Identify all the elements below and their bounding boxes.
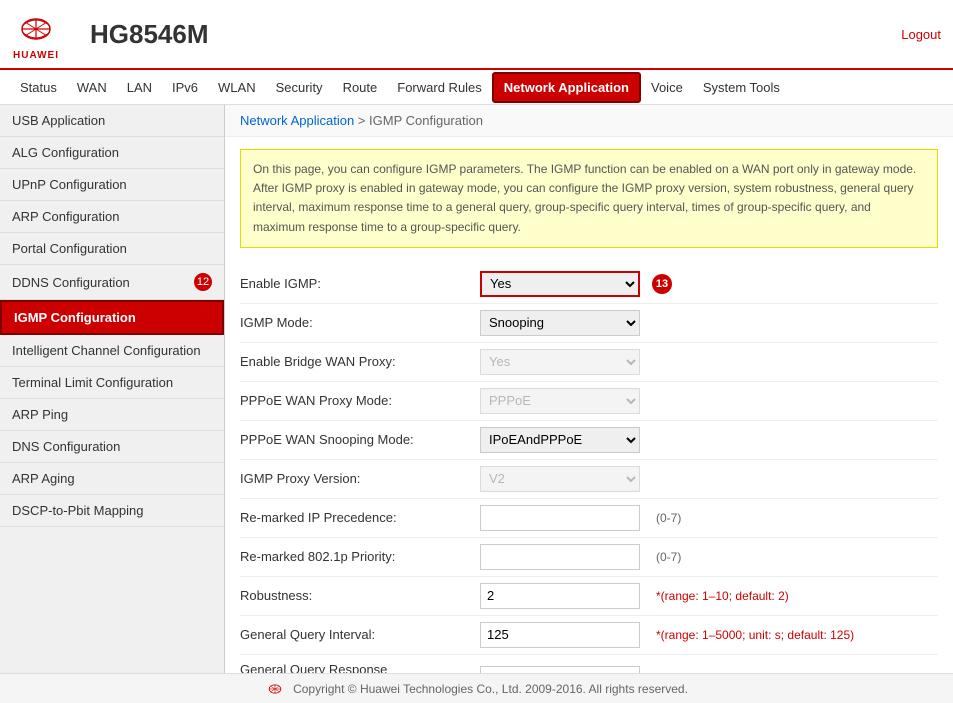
control-8021p-priority: (0-7)	[480, 544, 681, 570]
select-igmp-mode[interactable]: Snooping Proxy	[480, 310, 640, 336]
sidebar-item-dscp-pbit[interactable]: DSCP-to-Pbit Mapping	[0, 495, 224, 527]
nav-forward-rules[interactable]: Forward Rules	[387, 74, 492, 101]
nav-lan[interactable]: LAN	[117, 74, 162, 101]
label-bridge-wan-proxy: Enable Bridge WAN Proxy:	[240, 354, 480, 369]
hint-general-query-response: *(range: 1–255; unit: 0.1s; default: 100…	[656, 672, 864, 673]
sidebar-item-arp-configuration[interactable]: ARP Configuration	[0, 201, 224, 233]
sidebar-item-intelligent-channel[interactable]: Intelligent Channel Configuration	[0, 335, 224, 367]
form-row-robustness: Robustness: *(range: 1–10; default: 2)	[240, 577, 938, 616]
control-ip-precedence: (0-7)	[480, 505, 681, 531]
model-title: HG8546M	[80, 19, 901, 50]
sidebar-item-arp-aging[interactable]: ARP Aging	[0, 463, 224, 495]
form-row-pppoe-wan-proxy: PPPoE WAN Proxy Mode: PPPoE IPoE	[240, 382, 938, 421]
control-igmp-proxy-version: V2 V3	[480, 466, 640, 492]
sidebar-item-upnp-configuration[interactable]: UPnP Configuration	[0, 169, 224, 201]
input-ip-precedence[interactable]	[480, 505, 640, 531]
sidebar-item-ddns-configuration[interactable]: DDNS Configuration 12	[0, 265, 224, 300]
footer-text: Copyright © Huawei Technologies Co., Ltd…	[293, 682, 688, 696]
breadcrumb-current: IGMP Configuration	[369, 113, 483, 128]
footer-logo-icon	[265, 680, 285, 698]
label-robustness: Robustness:	[240, 588, 480, 603]
ddns-badge: 12	[194, 273, 212, 291]
select-igmp-proxy-version[interactable]: V2 V3	[480, 466, 640, 492]
input-robustness[interactable]	[480, 583, 640, 609]
form-row-igmp-mode: IGMP Mode: Snooping Proxy	[240, 304, 938, 343]
nav-security[interactable]: Security	[266, 74, 333, 101]
form-area: Enable IGMP: Yes No 13 IGMP Mode: Snoopi…	[225, 260, 953, 673]
label-pppoe-wan-proxy: PPPoE WAN Proxy Mode:	[240, 393, 480, 408]
sidebar-item-arp-ping[interactable]: ARP Ping	[0, 399, 224, 431]
label-general-query-interval: General Query Interval:	[240, 627, 480, 642]
sidebar-item-terminal-limit[interactable]: Terminal Limit Configuration	[0, 367, 224, 399]
form-row-8021p-priority: Re-marked 802.1p Priority: (0-7)	[240, 538, 938, 577]
form-row-pppoe-snooping: PPPoE WAN Snooping Mode: IPoEAndPPPoE PP…	[240, 421, 938, 460]
label-igmp-proxy-version: IGMP Proxy Version:	[240, 471, 480, 486]
control-general-query-interval: *(range: 1–5000; unit: s; default: 125)	[480, 622, 854, 648]
info-text: On this page, you can configure IGMP par…	[253, 162, 916, 234]
input-general-query-interval[interactable]	[480, 622, 640, 648]
hint-ip-precedence: (0-7)	[656, 511, 681, 525]
logout-button[interactable]: Logout	[901, 27, 941, 42]
sidebar-item-dns-configuration[interactable]: DNS Configuration	[0, 431, 224, 463]
nav-ipv6[interactable]: IPv6	[162, 74, 208, 101]
control-robustness: *(range: 1–10; default: 2)	[480, 583, 789, 609]
input-general-query-response[interactable]	[480, 666, 640, 673]
nav-system-tools[interactable]: System Tools	[693, 74, 790, 101]
label-8021p-priority: Re-marked 802.1p Priority:	[240, 549, 480, 564]
breadcrumb: Network Application > IGMP Configuration	[225, 105, 953, 137]
sidebar: USB Application ALG Configuration UPnP C…	[0, 105, 225, 673]
annotation-13: 13	[652, 274, 672, 294]
control-general-query-response: *(range: 1–255; unit: 0.1s; default: 100…	[480, 666, 864, 673]
label-general-query-response: General Query ResponseTimeout Period:	[240, 661, 480, 673]
breadcrumb-parent[interactable]: Network Application	[240, 113, 354, 128]
logo-area: HUAWEI	[12, 8, 60, 61]
form-row-ip-precedence: Re-marked IP Precedence: (0-7)	[240, 499, 938, 538]
select-enable-igmp[interactable]: Yes No	[480, 271, 640, 297]
nav-network-application[interactable]: Network Application	[492, 72, 641, 103]
hint-robustness: *(range: 1–10; default: 2)	[656, 589, 789, 603]
nav-wlan[interactable]: WLAN	[208, 74, 266, 101]
nav-route[interactable]: Route	[333, 74, 388, 101]
sidebar-item-portal-configuration[interactable]: Portal Configuration	[0, 233, 224, 265]
input-8021p-priority[interactable]	[480, 544, 640, 570]
hint-general-query-interval: *(range: 1–5000; unit: s; default: 125)	[656, 628, 854, 642]
select-pppoe-snooping[interactable]: IPoEAndPPPoE PPPoE IPoE	[480, 427, 640, 453]
form-row-general-query-response: General Query ResponseTimeout Period: *(…	[240, 655, 938, 673]
control-bridge-wan-proxy: Yes No	[480, 349, 640, 375]
brand-label: HUAWEI	[13, 50, 59, 61]
control-igmp-mode: Snooping Proxy	[480, 310, 640, 336]
info-box: On this page, you can configure IGMP par…	[240, 149, 938, 248]
content-area: Network Application > IGMP Configuration…	[225, 105, 953, 673]
control-enable-igmp: Yes No 13	[480, 271, 672, 297]
nav-bar: Status WAN LAN IPv6 WLAN Security Route …	[0, 70, 953, 105]
select-bridge-wan-proxy[interactable]: Yes No	[480, 349, 640, 375]
form-row-enable-igmp: Enable IGMP: Yes No 13	[240, 265, 938, 304]
nav-voice[interactable]: Voice	[641, 74, 693, 101]
select-pppoe-wan-proxy[interactable]: PPPoE IPoE	[480, 388, 640, 414]
hint-8021p-priority: (0-7)	[656, 550, 681, 564]
nav-wan[interactable]: WAN	[67, 74, 117, 101]
sidebar-item-usb-application[interactable]: USB Application	[0, 105, 224, 137]
huawei-logo-icon	[12, 8, 60, 50]
form-row-igmp-proxy-version: IGMP Proxy Version: V2 V3	[240, 460, 938, 499]
nav-status[interactable]: Status	[10, 74, 67, 101]
label-enable-igmp: Enable IGMP:	[240, 276, 480, 291]
sidebar-item-alg-configuration[interactable]: ALG Configuration	[0, 137, 224, 169]
sidebar-item-igmp-configuration[interactable]: IGMP Configuration	[0, 300, 224, 335]
form-row-general-query-interval: General Query Interval: *(range: 1–5000;…	[240, 616, 938, 655]
footer: Copyright © Huawei Technologies Co., Ltd…	[0, 673, 953, 703]
control-pppoe-snooping: IPoEAndPPPoE PPPoE IPoE	[480, 427, 640, 453]
label-ip-precedence: Re-marked IP Precedence:	[240, 510, 480, 525]
control-pppoe-wan-proxy: PPPoE IPoE	[480, 388, 640, 414]
label-pppoe-snooping: PPPoE WAN Snooping Mode:	[240, 432, 480, 447]
label-igmp-mode: IGMP Mode:	[240, 315, 480, 330]
form-row-bridge-wan-proxy: Enable Bridge WAN Proxy: Yes No	[240, 343, 938, 382]
